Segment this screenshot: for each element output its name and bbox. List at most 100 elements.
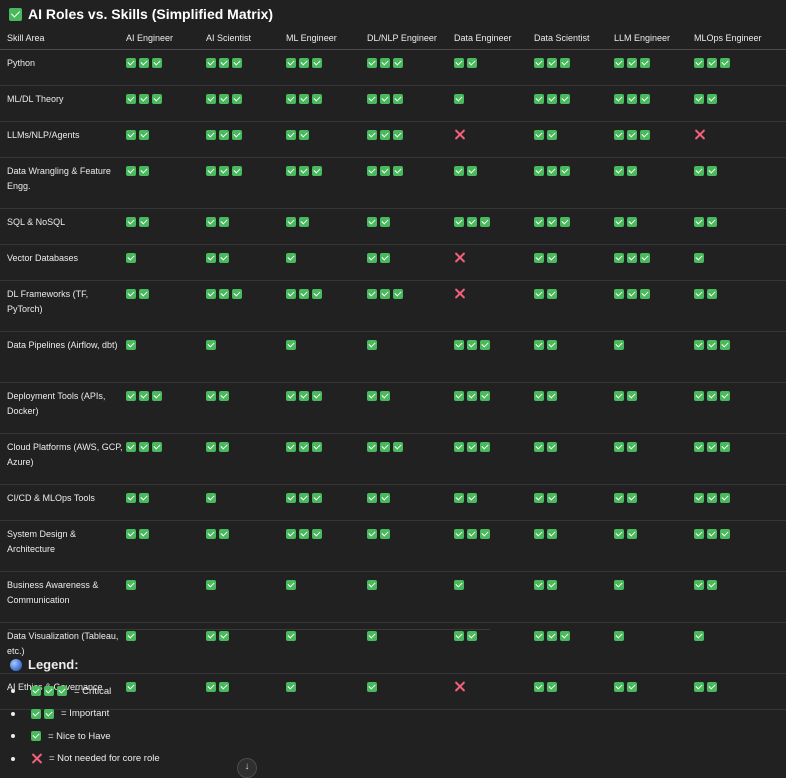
check-rating <box>614 339 627 350</box>
check-rating <box>454 339 493 350</box>
check-icon <box>560 216 570 227</box>
rating-cell <box>367 244 454 281</box>
check-icon <box>393 93 403 104</box>
table-row: Deployment Tools (APIs, Docker) <box>0 382 786 434</box>
check-icon <box>467 216 477 227</box>
legend-label: = Critical <box>74 685 112 697</box>
cross-icon <box>454 129 465 140</box>
check-rating <box>286 339 299 350</box>
rating-cell <box>614 520 694 572</box>
check-icon <box>312 165 322 176</box>
check-icon <box>534 57 544 68</box>
check-icon <box>707 57 717 68</box>
check-icon <box>126 630 136 641</box>
check-icon <box>707 390 717 401</box>
rating-cell <box>206 157 286 209</box>
rating-cell <box>206 484 286 521</box>
check-rating <box>206 165 245 176</box>
cross-icon <box>454 252 465 263</box>
check-rating <box>614 165 640 176</box>
check-icon <box>614 630 624 641</box>
check-icon <box>312 528 322 539</box>
check-icon <box>614 441 624 452</box>
rating-cell <box>126 484 206 521</box>
check-icon <box>614 93 624 104</box>
column-header: Data Engineer <box>454 26 534 50</box>
check-icon <box>547 165 557 176</box>
rating-cell <box>206 85 286 122</box>
check-rating <box>614 93 653 104</box>
check-rating <box>126 630 139 641</box>
not-needed-mark <box>694 129 708 139</box>
check-rating <box>206 93 245 104</box>
check-icon <box>614 528 624 539</box>
check-icon <box>312 390 322 401</box>
check-rating <box>206 252 232 263</box>
scroll-down-button[interactable]: ↓ <box>237 758 257 778</box>
rating-cell <box>454 208 534 245</box>
check-rating <box>286 528 325 539</box>
check-icon <box>299 492 309 503</box>
check-icon <box>139 528 149 539</box>
check-rating <box>614 441 640 452</box>
check-rating <box>126 93 165 104</box>
check-rating <box>534 129 560 140</box>
check-rating <box>614 528 640 539</box>
rating-cell <box>367 121 454 158</box>
check-icon <box>232 165 242 176</box>
check-icon <box>614 252 624 263</box>
check-icon <box>299 93 309 104</box>
rating-cell <box>206 331 286 383</box>
cross-icon <box>454 288 465 299</box>
rating-cell <box>614 571 694 623</box>
check-icon <box>367 528 377 539</box>
check-icon <box>232 288 242 299</box>
check-icon <box>286 252 296 263</box>
rating-cell <box>534 244 614 281</box>
check-icon <box>299 57 309 68</box>
check-rating <box>126 216 152 227</box>
check-icon <box>534 339 544 350</box>
rating-cell <box>367 157 454 209</box>
check-rating <box>694 165 720 176</box>
rating-cell <box>367 622 454 674</box>
skill-area-cell: Data Pipelines (Airflow, dbt) <box>0 331 126 383</box>
rating-cell <box>694 520 786 572</box>
skill-area-cell: SQL & NoSQL <box>0 208 126 245</box>
check-rating <box>454 165 480 176</box>
rating-cell <box>694 208 786 245</box>
skill-area-cell: ML/DL Theory <box>0 85 126 122</box>
check-icon <box>707 528 717 539</box>
title-text: AI Roles vs. Skills (Simplified Matrix) <box>28 6 274 22</box>
rating-cell <box>454 85 534 122</box>
check-icon <box>547 492 557 503</box>
rating-cell <box>126 49 206 86</box>
check-icon <box>707 93 717 104</box>
legend-item: = Not needed for core role <box>10 748 160 771</box>
check-icon <box>206 528 216 539</box>
check-icon <box>547 216 557 227</box>
rating-cell <box>694 244 786 281</box>
rating-cell <box>126 280 206 332</box>
check-icon <box>286 441 296 452</box>
skill-area-cell: CI/CD & MLOps Tools <box>0 484 126 521</box>
check-icon <box>694 441 704 452</box>
rating-cell <box>367 571 454 623</box>
check-icon <box>560 57 570 68</box>
rating-cell <box>614 484 694 521</box>
rating-cell <box>286 382 367 434</box>
check-rating <box>286 288 325 299</box>
rating-cell <box>126 382 206 434</box>
rating-cell <box>534 85 614 122</box>
section-divider <box>8 629 490 630</box>
rating-cell <box>206 673 286 710</box>
rating-cell <box>286 244 367 281</box>
check-icon <box>547 630 557 641</box>
legend-title: Legend: <box>28 657 79 672</box>
check-icon <box>707 579 717 590</box>
check-icon <box>627 390 637 401</box>
rating-cell <box>286 49 367 86</box>
check-rating <box>614 57 653 68</box>
check-icon <box>534 441 544 452</box>
bullet-point <box>11 756 15 761</box>
